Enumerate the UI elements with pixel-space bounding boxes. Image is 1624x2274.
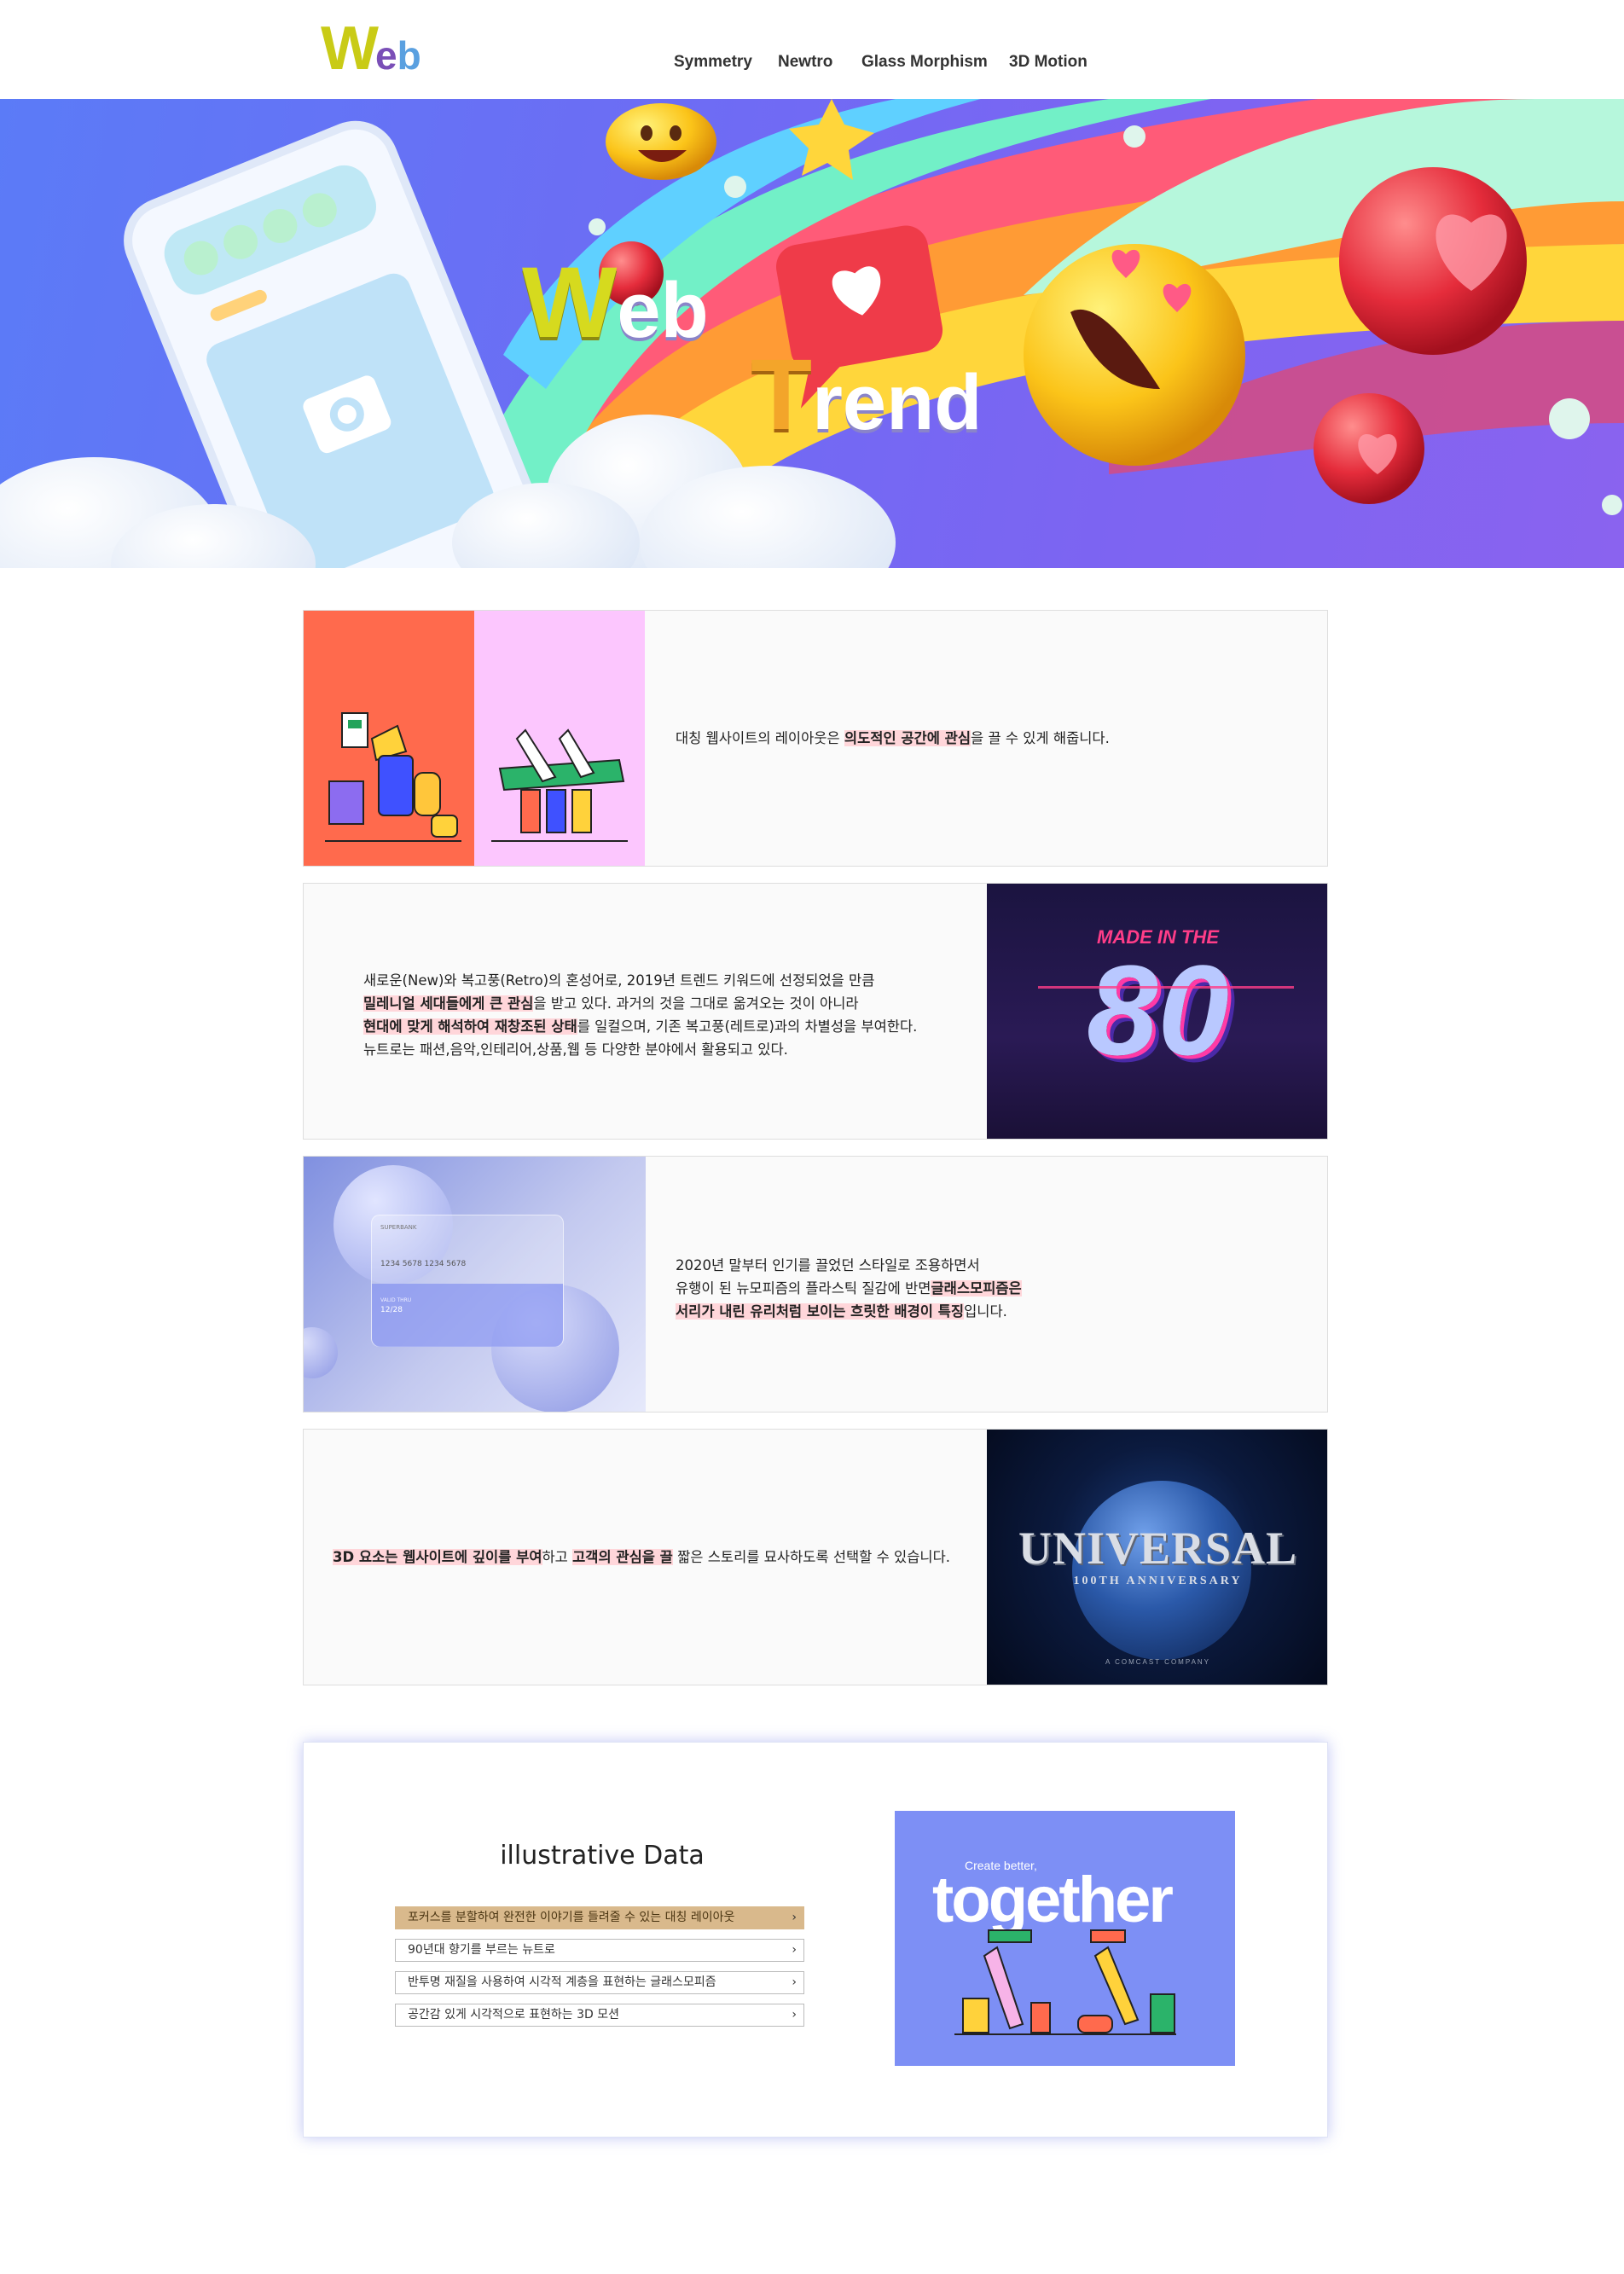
glass-line-1-text: 2020년 말부터 인기를 끌었던 스타일로 조용하면서 bbox=[676, 1257, 980, 1273]
glass-image: SUPERBANK 1234 5678 1234 5678 VALID THRU… bbox=[304, 1157, 646, 1412]
chevron-right-icon: › bbox=[792, 2008, 797, 2022]
nav-symmetry[interactable]: Symmetry bbox=[674, 53, 752, 72]
illustrative-item-label: 포커스를 분할하여 완전한 이야기를 들려줄 수 있는 대칭 레이아웃 bbox=[408, 1911, 735, 1924]
newtro-image-big-number: 80 bbox=[1087, 938, 1229, 1082]
glass-card-valid: 12/28 bbox=[380, 1306, 403, 1314]
hero-title-trend-rest: rend bbox=[812, 359, 983, 446]
symmetry-text-pre: 대칭 웹사이트의 레이아웃은 bbox=[676, 730, 844, 746]
glass-line-2-highlight: 글래스모피즘은 bbox=[931, 1280, 1022, 1297]
section-newtro: 새로운(New)와 복고풍(Retro)의 혼성어로, 2019년 트렌드 키워… bbox=[303, 883, 1328, 1140]
nav-newtro[interactable]: Newtro bbox=[778, 53, 832, 72]
illustrative-item-3d[interactable]: 공간감 있게 시각적으로 표현하는 3D 모션 › bbox=[395, 2004, 804, 2027]
symmetry-image-right bbox=[474, 611, 645, 866]
hero-illustration bbox=[0, 99, 1624, 568]
3d-image-brand: UNIVERSAL bbox=[1018, 1523, 1298, 1574]
newtro-line-3-text: 를 일컬으며, 기존 복고풍(레트로)과의 차별성을 부여한다. bbox=[577, 1018, 918, 1035]
glass-card-bottom bbox=[372, 1284, 563, 1347]
section-symmetry: 대칭 웹사이트의 레이아웃은 의도적인 공간에 관심을 끌 수 있게 해줍니다. bbox=[303, 610, 1328, 867]
newtro-line-2: 밀레니얼 세대들에게 큰 관심을 받고 있다. 과거의 것을 그대로 옮겨오는 … bbox=[363, 992, 917, 1015]
newtro-line-1-text: 새로운(New)와 복고풍(Retro)의 혼성어로, 2019년 트렌드 키워… bbox=[363, 972, 875, 989]
illustrative-item-glass[interactable]: 반투명 재질을 사용하여 시각적 계층을 표현하는 글래스모피즘 › bbox=[395, 1971, 804, 1994]
hero-title-web-rest: eb bbox=[617, 267, 709, 354]
glass-line-1: 2020년 말부터 인기를 끌었던 스타일로 조용하면서 bbox=[676, 1254, 1022, 1277]
3d-image-sub: 100TH ANNIVERSARY bbox=[1073, 1575, 1243, 1587]
glass-card-valid-label: VALID THRU bbox=[380, 1297, 412, 1303]
symmetry-text-post: 을 끌 수 있게 해줍니다. bbox=[971, 730, 1110, 746]
chevron-right-icon: › bbox=[792, 1911, 797, 1924]
newtro-line-4-text: 뉴트로는 패션,음악,인테리어,상품,웹 등 다양한 분야에서 활용되고 있다. bbox=[363, 1041, 788, 1058]
illustrative-title: illustrative Data bbox=[500, 1841, 705, 1871]
glass-bubble bbox=[304, 1327, 338, 1378]
illustrative-item-label: 공간감 있게 시각적으로 표현하는 3D 모션 bbox=[408, 2008, 620, 2022]
newtro-line-3-highlight: 현대에 맞게 해석하여 재창조된 상태 bbox=[363, 1018, 577, 1035]
glass-card-bank: SUPERBANK bbox=[380, 1224, 417, 1231]
glass-card: SUPERBANK 1234 5678 1234 5678 VALID THRU… bbox=[371, 1215, 564, 1347]
hero-title-trend: Trend bbox=[751, 345, 982, 445]
chevron-right-icon: › bbox=[792, 1975, 797, 1989]
symmetry-image-left bbox=[304, 611, 474, 866]
chevron-right-icon: › bbox=[792, 1943, 797, 1957]
hero-title-trend-cap: T bbox=[751, 339, 813, 451]
3d-text: 3D 요소는 웹사이트에 깊이를 부여하고 고객의 관심을 끌 짧은 스토리를 … bbox=[333, 1546, 950, 1569]
illustrative-item-newtro[interactable]: 90년대 향기를 부르는 뉴트로 › bbox=[395, 1939, 804, 1962]
newtro-line-2-text: 을 받고 있다. 과거의 것을 그대로 옮겨오는 것이 아니라 bbox=[533, 995, 859, 1012]
newtro-line-3: 현대에 맞게 해석하여 재창조된 상태를 일컬으며, 기존 복고풍(레트로)과의… bbox=[363, 1015, 917, 1038]
newtro-text: 새로운(New)와 복고풍(Retro)의 혼성어로, 2019년 트렌드 키워… bbox=[363, 969, 917, 1061]
3d-text-highlight-1: 3D 요소는 웹사이트에 깊이를 부여 bbox=[333, 1549, 542, 1565]
3d-text-post: 짧은 스토리를 묘사하도록 선택할 수 있습니다. bbox=[672, 1549, 950, 1565]
illustrative-item-symmetry[interactable]: 포커스를 분할하여 완전한 이야기를 들려줄 수 있는 대칭 레이아웃 › bbox=[395, 1906, 804, 1929]
nav-glass-morphism[interactable]: Glass Morphism bbox=[861, 53, 988, 72]
hero-title-web: Web bbox=[522, 252, 709, 353]
symmetry-text: 대칭 웹사이트의 레이아웃은 의도적인 공간에 관심을 끌 수 있게 해줍니다. bbox=[676, 727, 1110, 750]
glass-line-3-text: 입니다. bbox=[964, 1303, 1007, 1320]
illustrative-card: illustrative Data 포커스를 분할하여 완전한 이야기를 들려줄… bbox=[303, 1742, 1328, 2138]
hero-banner: Web Trend bbox=[0, 99, 1624, 568]
newtro-line-2-highlight: 밀레니얼 세대들에게 큰 관심 bbox=[363, 995, 534, 1012]
glass-line-3-highlight: 서리가 내린 유리처럼 보이는 흐릿한 배경이 특징 bbox=[676, 1303, 965, 1320]
illustrative-item-label: 반투명 재질을 사용하여 시각적 계층을 표현하는 글래스모피즘 bbox=[408, 1975, 716, 1989]
newtro-line-4: 뉴트로는 패션,음악,인테리어,상품,웹 등 다양한 분야에서 활용되고 있다. bbox=[363, 1038, 917, 1061]
3d-text-mid: 하고 bbox=[542, 1549, 573, 1565]
glass-line-3: 서리가 내린 유리처럼 보이는 흐릿한 배경이 특징입니다. bbox=[676, 1300, 1022, 1323]
glass-card-number: 1234 5678 1234 5678 bbox=[380, 1260, 467, 1268]
illustrative-image: Create better, together bbox=[895, 1811, 1235, 2066]
hero-title-web-cap: W bbox=[522, 247, 618, 359]
newtro-line-1: 새로운(New)와 복고풍(Retro)의 혼성어로, 2019년 트렌드 키워… bbox=[363, 969, 917, 992]
glass-line-2-text: 유행이 된 뉴모피즘의 플라스틱 질감에 반면 bbox=[676, 1280, 931, 1297]
nav-3d-motion[interactable]: 3D Motion bbox=[1009, 53, 1088, 72]
newtro-image: MADE IN THE 80 bbox=[987, 884, 1327, 1139]
illustrative-figures bbox=[954, 1929, 1176, 2035]
symmetry-text-highlight: 의도적인 공간에 관심 bbox=[844, 730, 972, 746]
site-header: Web Symmetry Newtro Glass Morphism 3D Mo… bbox=[0, 0, 1624, 99]
glass-text: 2020년 말부터 인기를 끌었던 스타일로 조용하면서 유행이 된 뉴모피즘의… bbox=[676, 1254, 1022, 1323]
section-glass: SUPERBANK 1234 5678 1234 5678 VALID THRU… bbox=[303, 1156, 1328, 1413]
illustrative-item-label: 90년대 향기를 부르는 뉴트로 bbox=[408, 1943, 555, 1957]
glass-line-2: 유행이 된 뉴모피즘의 플라스틱 질감에 반면글래스모피즘은 bbox=[676, 1277, 1022, 1300]
section-3d: 3D 요소는 웹사이트에 깊이를 부여하고 고객의 관심을 끌 짧은 스토리를 … bbox=[303, 1429, 1328, 1685]
newtro-image-streak bbox=[1038, 986, 1294, 989]
3d-image-foot: A COMCAST COMPANY bbox=[1105, 1658, 1211, 1666]
main-nav: Symmetry Newtro Glass Morphism 3D Motion bbox=[0, 53, 1624, 78]
3d-image: UNIVERSAL 100TH ANNIVERSARY A COMCAST CO… bbox=[987, 1430, 1327, 1685]
3d-text-highlight-2: 고객의 관심을 끌 bbox=[572, 1549, 673, 1565]
